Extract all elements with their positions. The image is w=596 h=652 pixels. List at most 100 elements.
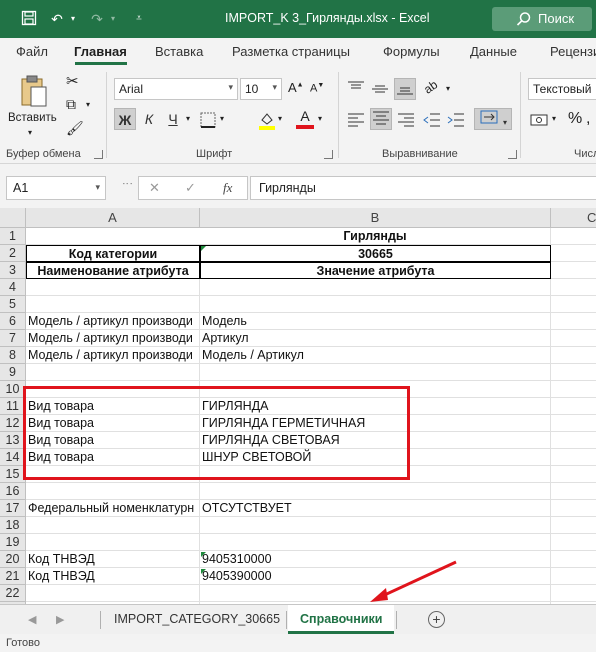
cell-b[interactable] bbox=[200, 534, 551, 551]
sheet-tab-spravochniki[interactable]: Справочники bbox=[288, 605, 395, 634]
cell-c[interactable] bbox=[551, 432, 596, 449]
cell-b[interactable] bbox=[200, 517, 551, 534]
row-header[interactable]: 1 bbox=[0, 228, 26, 245]
row-header[interactable]: 7 bbox=[0, 330, 26, 347]
cell-c[interactable] bbox=[551, 585, 596, 602]
cell-a[interactable]: Наименование атрибута bbox=[26, 262, 200, 279]
search-box[interactable]: Поиск bbox=[492, 7, 592, 31]
borders-icon[interactable] bbox=[200, 112, 216, 128]
cell-b[interactable]: Артикул bbox=[200, 330, 551, 347]
cell-b[interactable] bbox=[200, 483, 551, 500]
cell-c[interactable] bbox=[551, 347, 596, 364]
cell-a[interactable] bbox=[26, 534, 200, 551]
align-right-icon[interactable] bbox=[396, 112, 416, 128]
cell-c[interactable] bbox=[551, 296, 596, 313]
tab-page-layout[interactable]: Разметка страницы bbox=[232, 44, 350, 59]
row-header[interactable]: 9 bbox=[0, 364, 26, 381]
cell-a[interactable] bbox=[26, 483, 200, 500]
customize-toolbar-icon[interactable]: ⩡ bbox=[130, 10, 148, 28]
cell-b[interactable]: 30665 bbox=[200, 245, 551, 262]
chevron-down-icon[interactable]: ▾ bbox=[446, 84, 450, 93]
cell-c[interactable] bbox=[551, 483, 596, 500]
tab-file[interactable]: Файл bbox=[16, 44, 48, 59]
wrap-text-button[interactable]: ▾ bbox=[474, 108, 512, 130]
cell-c[interactable] bbox=[551, 330, 596, 347]
row-header[interactable]: 21 bbox=[0, 568, 26, 585]
align-top-icon[interactable] bbox=[346, 80, 366, 98]
cell-b[interactable] bbox=[200, 364, 551, 381]
chevron-down-icon[interactable]: ▾ bbox=[318, 114, 322, 123]
cell-c[interactable] bbox=[551, 279, 596, 296]
row-header[interactable]: 17 bbox=[0, 500, 26, 517]
cell-b[interactable] bbox=[200, 279, 551, 296]
cell-a[interactable]: Код ТНВЭД bbox=[26, 551, 200, 568]
row-header[interactable]: 3 bbox=[0, 262, 26, 279]
decrease-font-icon[interactable]: A▼ bbox=[310, 82, 324, 95]
chevron-down-icon[interactable]: ▾ bbox=[552, 114, 556, 123]
cell-c[interactable] bbox=[551, 500, 596, 517]
save-icon[interactable] bbox=[20, 10, 38, 28]
sheet-tab-import-category[interactable]: IMPORT_CATEGORY_30665 bbox=[102, 605, 292, 634]
fill-color-icon[interactable] bbox=[258, 110, 276, 130]
bold-button[interactable]: Ж bbox=[114, 108, 136, 130]
tab-formulas[interactable]: Формулы bbox=[383, 44, 440, 59]
select-all-button[interactable] bbox=[0, 208, 26, 228]
align-center-button[interactable] bbox=[370, 108, 392, 130]
row-header[interactable]: 6 bbox=[0, 313, 26, 330]
cell-b[interactable]: Значение атрибута bbox=[200, 262, 551, 279]
row-header[interactable]: 19 bbox=[0, 534, 26, 551]
cancel-icon[interactable]: ✕ bbox=[149, 180, 160, 196]
row-header[interactable]: 22 bbox=[0, 585, 26, 602]
column-header-c[interactable]: C bbox=[551, 208, 596, 228]
clipboard-launcher-icon[interactable] bbox=[94, 150, 103, 159]
row-header[interactable]: 5 bbox=[0, 296, 26, 313]
paste-button[interactable]: Вставить ▾ bbox=[8, 72, 58, 142]
cell-a[interactable] bbox=[26, 517, 200, 534]
chevron-down-icon[interactable]: ▾ bbox=[220, 114, 224, 123]
enter-icon[interactable]: ✓ bbox=[185, 180, 196, 196]
insert-function-icon[interactable]: fx bbox=[223, 180, 232, 196]
cell-a[interactable]: Код ТНВЭД bbox=[26, 568, 200, 585]
font-size-select[interactable]: 10 ▾ bbox=[240, 78, 282, 100]
percent-icon[interactable]: % bbox=[568, 110, 582, 128]
font-family-select[interactable]: Arial ▾ bbox=[114, 78, 238, 100]
cell-b[interactable]: Модель / Артикул bbox=[200, 347, 551, 364]
cell-a[interactable] bbox=[26, 585, 200, 602]
chevron-down-icon[interactable]: ▾ bbox=[278, 114, 282, 123]
tab-insert[interactable]: Вставка bbox=[155, 44, 203, 59]
underline-button[interactable]: Ч bbox=[162, 108, 184, 130]
formula-input[interactable]: Гирлянды bbox=[250, 176, 596, 200]
row-header[interactable]: 18 bbox=[0, 517, 26, 534]
cell-b[interactable]: Модель bbox=[200, 313, 551, 330]
row-header[interactable]: 4 bbox=[0, 279, 26, 296]
tab-home[interactable]: Главная bbox=[74, 44, 127, 59]
cell-b[interactable]: Гирлянды bbox=[26, 228, 551, 245]
cut-icon[interactable]: ✂ bbox=[66, 72, 79, 90]
copy-icon[interactable]: ⧉ bbox=[66, 96, 76, 113]
increase-font-icon[interactable]: A▲ bbox=[288, 80, 304, 95]
copy-dropdown-icon[interactable]: ▾ bbox=[86, 100, 90, 109]
name-box[interactable]: A1 ▾ bbox=[6, 176, 106, 200]
cell-b[interactable] bbox=[200, 296, 551, 313]
row-header[interactable]: 8 bbox=[0, 347, 26, 364]
cell-a[interactable]: Код категории bbox=[26, 245, 200, 262]
cell-c[interactable] bbox=[551, 262, 596, 279]
cell-c[interactable] bbox=[551, 245, 596, 262]
chevron-down-icon[interactable]: ▾ bbox=[186, 114, 190, 123]
align-bottom-button[interactable] bbox=[394, 78, 416, 100]
cell-c[interactable] bbox=[551, 398, 596, 415]
add-sheet-icon[interactable]: + bbox=[428, 611, 445, 628]
decrease-indent-icon[interactable] bbox=[422, 112, 442, 128]
cell-a[interactable] bbox=[26, 296, 200, 313]
font-color-icon[interactable]: A bbox=[296, 108, 314, 130]
tab-data[interactable]: Данные bbox=[470, 44, 517, 59]
cell-a[interactable] bbox=[26, 364, 200, 381]
cell-a[interactable]: Федеральный номенклатурн bbox=[26, 500, 200, 517]
comma-style-icon[interactable]: , bbox=[586, 110, 590, 128]
cell-c[interactable] bbox=[551, 534, 596, 551]
cell-c[interactable] bbox=[551, 313, 596, 330]
increase-indent-icon[interactable] bbox=[446, 112, 466, 128]
font-launcher-icon[interactable] bbox=[324, 150, 333, 159]
row-header[interactable]: 16 bbox=[0, 483, 26, 500]
row-header[interactable]: 2 bbox=[0, 245, 26, 262]
